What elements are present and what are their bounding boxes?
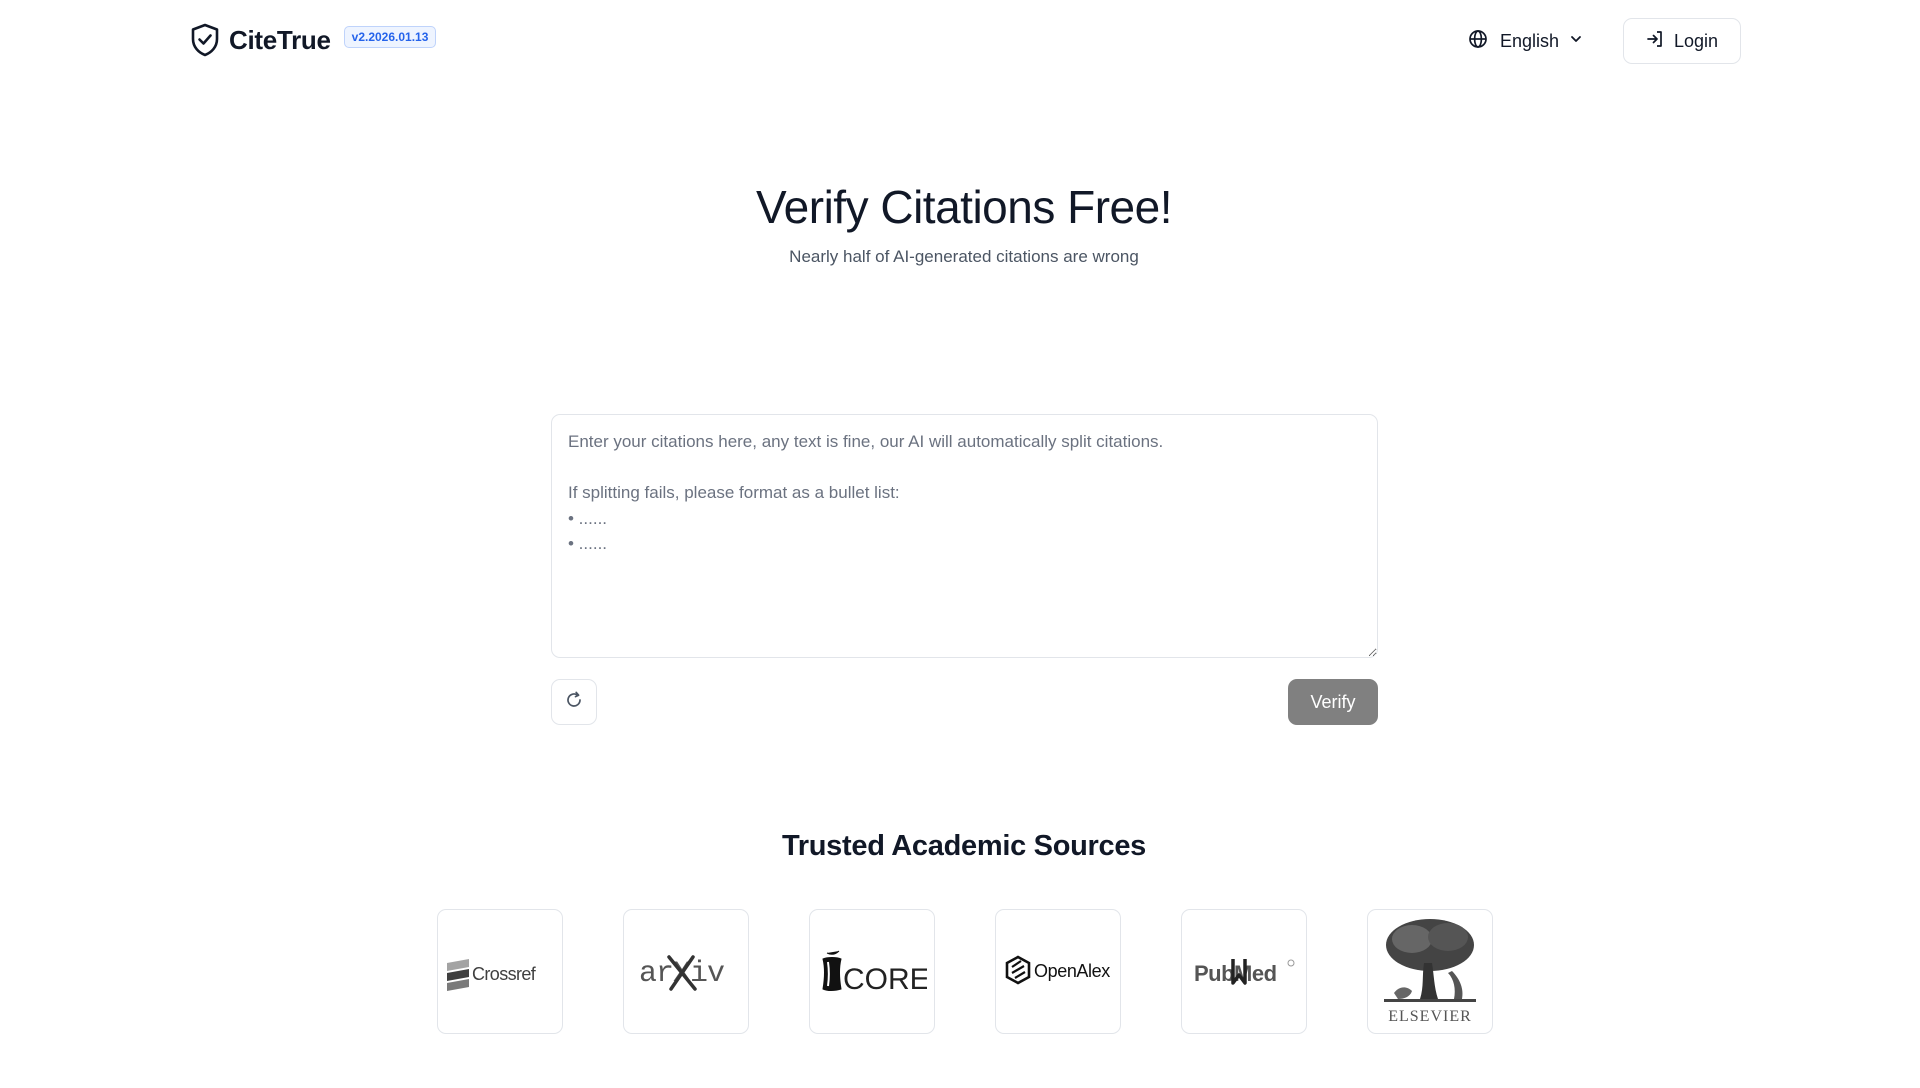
shield-check-icon [189,22,221,58]
elsevier-logo: ELSEVIER [1384,918,1476,1025]
chevron-down-icon [1569,32,1583,51]
core-logo: CORE [822,950,927,996]
reset-button[interactable] [551,679,597,725]
source-card-elsevier[interactable]: ELSEVIER [1367,909,1493,1034]
arxiv-logo: arXiv [639,954,725,991]
svg-text:CORE: CORE [843,963,927,996]
language-label: English [1500,30,1560,51]
refresh-icon [564,690,584,715]
login-icon [1646,30,1664,53]
page-subtitle: Nearly half of AI-generated citations ar… [789,247,1139,266]
svg-text:OpenAlex: OpenAlex [1034,961,1110,981]
source-card-arxiv[interactable]: arXiv [623,909,749,1034]
citation-input[interactable] [551,414,1378,658]
openalex-logo: OpenAlex [1005,955,1111,984]
crossref-logo: Crossref [447,958,537,991]
svg-text:ELSEVIER: ELSEVIER [1388,1008,1472,1025]
login-label: Login [1673,30,1719,51]
source-card-openalex[interactable]: OpenAlex [995,909,1121,1034]
verify-button[interactable]: Verify [1288,679,1378,725]
pubmed-logo: PubMed [1194,958,1295,986]
source-card-core[interactable]: CORE [809,909,935,1034]
globe-icon [1468,29,1488,54]
brand-name: CiteTrue [229,24,331,55]
version-badge: v2.2026.01.13 [343,26,437,48]
top-header: CiteTrue v2.2026.01.13 English Login [0,0,1920,82]
source-card-pubmed[interactable]: PubMed [1181,909,1307,1034]
source-card-crossref[interactable]: Crossref [437,909,563,1034]
sources-title: Trusted Academic Sources [781,830,1147,862]
login-button[interactable]: Login [1623,18,1741,64]
svg-text:Crossref: Crossref [472,964,537,984]
page-title: Verify Citations Free! [756,181,1172,233]
brand[interactable]: CiteTrue v2.2026.01.13 [189,22,437,58]
language-selector[interactable]: English [1468,22,1583,60]
